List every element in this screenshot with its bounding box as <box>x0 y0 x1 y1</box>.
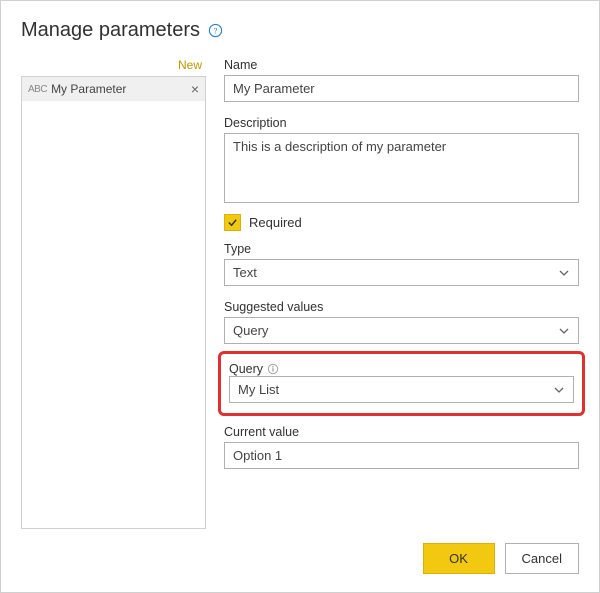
parameter-item-label: My Parameter <box>51 82 187 96</box>
help-icon[interactable]: ? <box>208 23 223 38</box>
dialog-title: Manage parameters <box>21 19 200 42</box>
suggested-values-label: Suggested values <box>224 300 579 314</box>
query-label: Query <box>229 362 263 376</box>
query-highlight-box: Query My List <box>218 351 585 416</box>
parameter-form: Name Description This is a description o… <box>224 56 579 529</box>
description-textarea[interactable]: This is a description of my parameter <box>224 133 579 203</box>
current-value-input[interactable] <box>224 442 579 469</box>
ok-button[interactable]: OK <box>423 543 495 574</box>
title-row: Manage parameters ? <box>21 19 579 42</box>
parameter-list-item[interactable]: ABC My Parameter × <box>22 77 205 101</box>
manage-parameters-dialog: Manage parameters ? New ABC My Parameter… <box>0 0 600 593</box>
svg-text:?: ? <box>214 26 218 36</box>
chevron-down-icon <box>558 325 570 337</box>
name-input[interactable] <box>224 75 579 102</box>
type-select-value: Text <box>233 265 257 280</box>
query-select-value: My List <box>238 382 279 397</box>
parameter-list: ABC My Parameter × <box>21 76 206 529</box>
required-label: Required <box>249 215 302 230</box>
type-label: Type <box>224 242 579 256</box>
current-value-label: Current value <box>224 425 579 439</box>
required-checkbox-row[interactable]: Required <box>224 214 579 231</box>
info-icon[interactable] <box>267 363 279 375</box>
dialog-footer: OK Cancel <box>21 543 579 574</box>
chevron-down-icon <box>558 267 570 279</box>
query-select[interactable]: My List <box>229 376 574 403</box>
remove-parameter-icon[interactable]: × <box>191 82 199 96</box>
suggested-values-select[interactable]: Query <box>224 317 579 344</box>
parameter-sidebar: New ABC My Parameter × <box>21 56 206 529</box>
suggested-values-select-value: Query <box>233 323 268 338</box>
description-label: Description <box>224 116 579 130</box>
chevron-down-icon <box>553 384 565 396</box>
text-type-icon: ABC <box>28 84 47 95</box>
name-label: Name <box>224 58 579 72</box>
query-label-row: Query <box>229 362 574 376</box>
new-parameter-link[interactable]: New <box>21 56 206 76</box>
cancel-button[interactable]: Cancel <box>505 543 579 574</box>
type-select[interactable]: Text <box>224 259 579 286</box>
required-checkbox[interactable] <box>224 214 241 231</box>
